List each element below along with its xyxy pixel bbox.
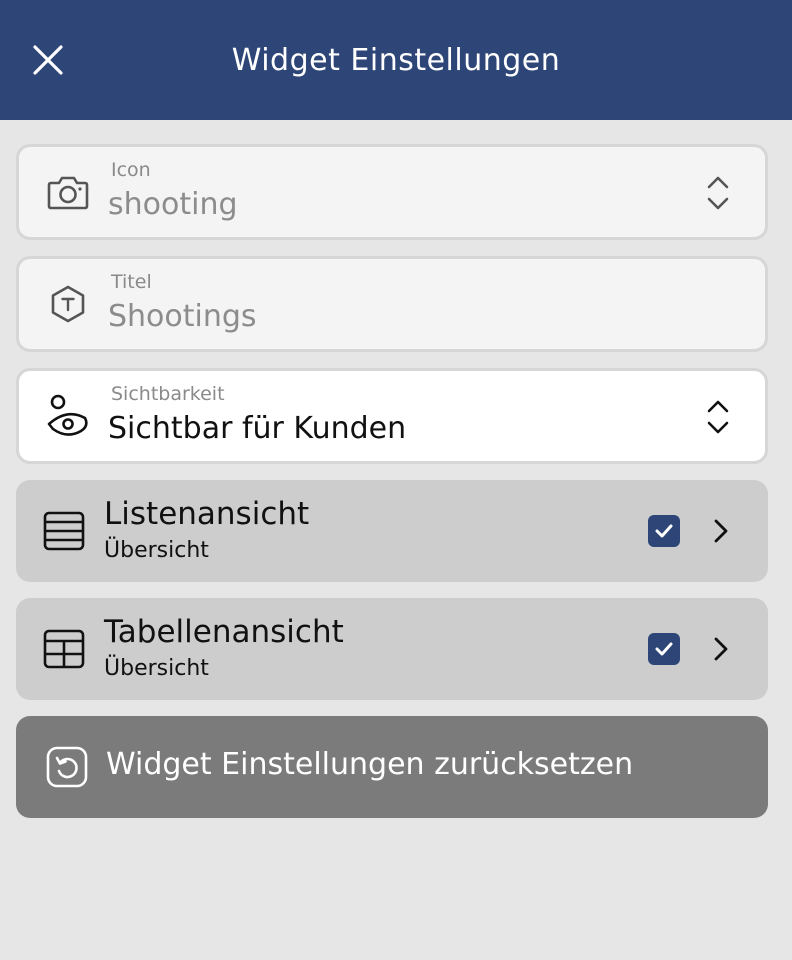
camera-icon — [45, 169, 91, 215]
title-input-field[interactable]: Titel Shootings — [16, 256, 768, 352]
page-title: Widget Einstellungen — [231, 42, 561, 78]
checkmark-icon — [655, 642, 673, 656]
reset-icon — [46, 746, 88, 788]
table-view-row[interactable]: Tabellenansicht Übersicht — [16, 598, 768, 700]
chevron-right-icon[interactable] — [706, 516, 736, 546]
icon-field-label: Icon — [111, 159, 151, 181]
updown-chevron-icon[interactable] — [703, 173, 733, 213]
visibility-eye-icon — [45, 393, 91, 439]
title-hexagon-icon — [45, 281, 91, 327]
table-view-title: Tabellenansicht — [104, 614, 344, 650]
table-view-checkbox[interactable] — [648, 633, 680, 665]
reset-button-label: Widget Einstellungen zurücksetzen — [106, 747, 634, 782]
list-view-checkbox[interactable] — [648, 515, 680, 547]
reset-widget-settings-button[interactable]: Widget Einstellungen zurücksetzen — [16, 716, 768, 818]
visibility-field-label: Sichtbarkeit — [111, 383, 225, 405]
top-bar: Widget Einstellungen — [0, 0, 792, 120]
chevron-right-icon[interactable] — [706, 634, 736, 664]
table-view-icon — [40, 626, 88, 672]
title-field-value: Shootings — [108, 299, 257, 334]
close-icon — [33, 45, 63, 75]
list-view-subtitle: Übersicht — [104, 538, 209, 563]
table-view-subtitle: Übersicht — [104, 656, 209, 681]
visibility-field-value: Sichtbar für Kunden — [108, 411, 407, 446]
updown-chevron-icon[interactable] — [703, 397, 733, 437]
list-view-title: Listenansicht — [104, 496, 310, 532]
title-field-label: Titel — [111, 271, 152, 293]
icon-field-value: shooting — [108, 187, 238, 222]
visibility-select-field[interactable]: Sichtbarkeit Sichtbar für Kunden — [16, 368, 768, 464]
icon-select-field[interactable]: Icon shooting — [16, 144, 768, 240]
checkmark-icon — [655, 524, 673, 538]
close-button[interactable] — [24, 36, 72, 84]
list-view-row[interactable]: Listenansicht Übersicht — [16, 480, 768, 582]
list-view-icon — [40, 508, 88, 554]
